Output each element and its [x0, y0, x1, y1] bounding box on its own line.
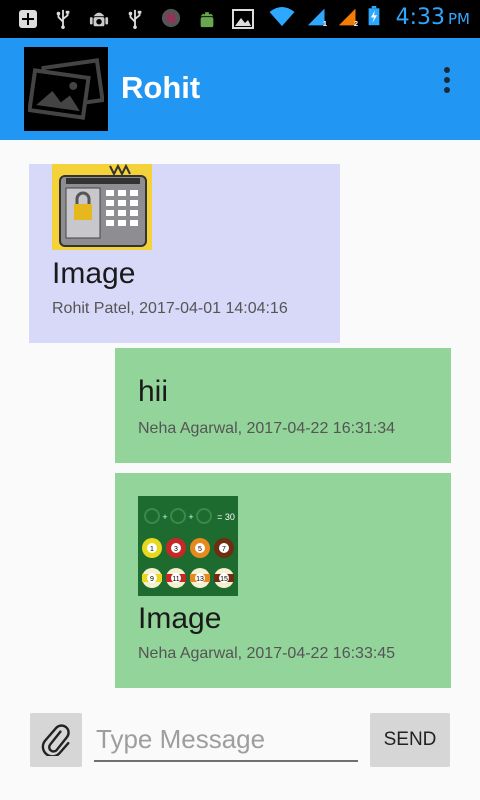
conversation-title: Rohit [121, 70, 201, 105]
usb-icon [128, 9, 142, 29]
message-text: hii [138, 375, 169, 408]
message-text: Image [138, 602, 222, 635]
clock: 4:33 PM [395, 5, 470, 30]
svg-text:15: 15 [220, 576, 228, 583]
message-bubble-received[interactable]: Image Rohit Patel, 2017-04-01 14:04:16 [29, 164, 340, 343]
notification-n-icon: N [161, 8, 181, 28]
android-debug-icon [89, 12, 109, 27]
svg-text:9: 9 [150, 576, 154, 583]
svg-text:5: 5 [198, 546, 202, 553]
svg-text:+: + [188, 512, 193, 522]
status-bar: N 1 2 4:33 PM [0, 0, 480, 38]
svg-text:1: 1 [323, 19, 327, 27]
battery-charging-icon [368, 6, 380, 26]
lock-keypad-thumbnail[interactable] [52, 164, 152, 250]
avatar[interactable] [24, 47, 108, 131]
add-box-icon [19, 10, 37, 28]
signal-sim2-icon: 2 [338, 8, 358, 27]
svg-text:1: 1 [150, 546, 154, 553]
svg-text:13: 13 [196, 576, 204, 583]
svg-text:= 30: = 30 [217, 512, 235, 522]
usb-icon [56, 9, 70, 29]
message-bubble-sent[interactable]: hii Neha Agarwal, 2017-04-22 16:31:34 [115, 348, 451, 463]
message-meta: Neha Agarwal, 2017-04-22 16:33:45 [138, 645, 396, 662]
message-meta: Neha Agarwal, 2017-04-22 16:31:34 [138, 420, 396, 437]
svg-text:7: 7 [222, 546, 226, 553]
message-input[interactable] [94, 718, 358, 762]
attach-button[interactable] [30, 713, 82, 767]
svg-text:3: 3 [174, 546, 178, 553]
paperclip-icon [41, 724, 70, 756]
billiard-balls-puzzle-thumbnail[interactable]: + + = 30 1 3 5 7 9 11 13 15 [138, 496, 238, 596]
wifi-icon [269, 7, 295, 27]
svg-text:2: 2 [354, 19, 358, 27]
more-vert-icon[interactable] [434, 63, 460, 97]
message-text: Image [52, 257, 136, 290]
send-button[interactable]: SEND [370, 713, 450, 767]
svg-text:+: + [162, 512, 167, 522]
message-bubble-sent[interactable]: + + = 30 1 3 5 7 9 11 13 15 Image Neha A… [115, 473, 451, 688]
message-meta: Rohit Patel, 2017-04-01 14:04:16 [52, 300, 288, 317]
svg-text:11: 11 [172, 576, 179, 583]
image-placeholder-icon [28, 58, 104, 120]
signal-sim1-icon: 1 [307, 8, 327, 27]
app-bar: Rohit [0, 38, 480, 140]
svg-text:N: N [166, 11, 175, 26]
android-icon [200, 12, 214, 28]
image-icon [232, 9, 254, 29]
